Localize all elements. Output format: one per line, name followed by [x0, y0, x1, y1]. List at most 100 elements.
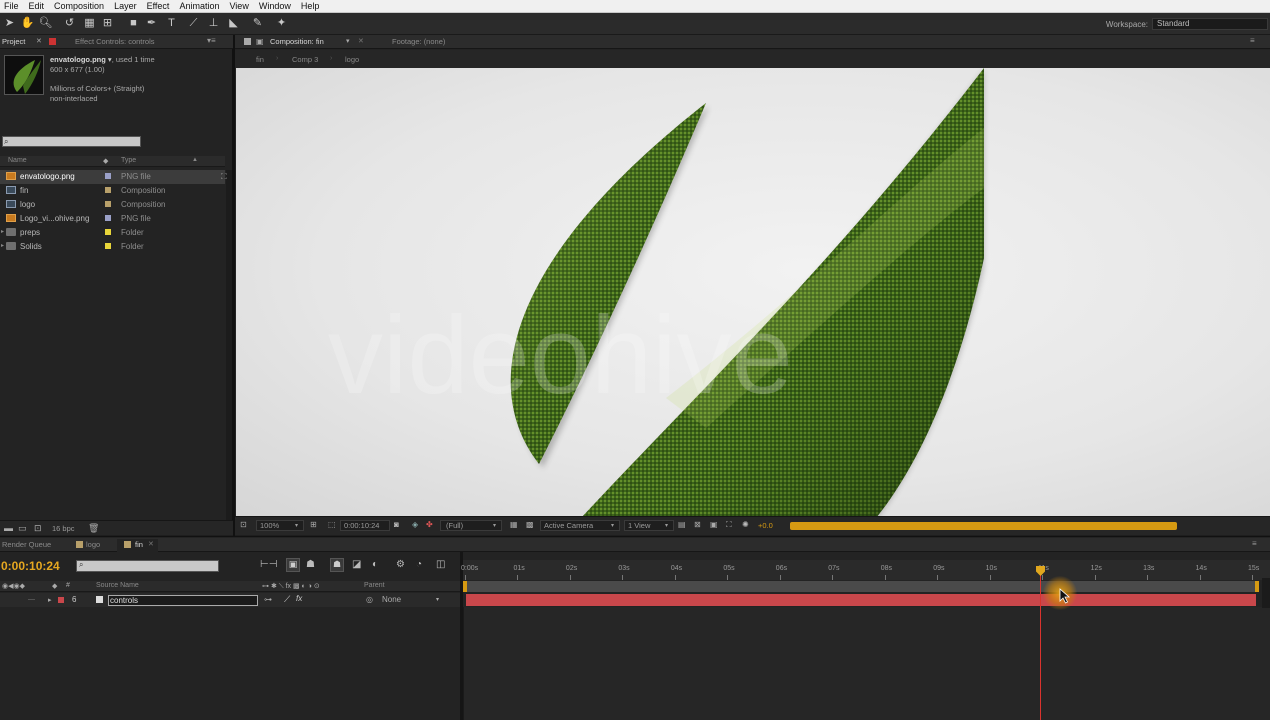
- breadcrumb-item[interactable]: logo: [345, 55, 359, 64]
- menu-animation[interactable]: Animation: [175, 1, 225, 11]
- panel-menu-icon[interactable]: ≡: [1252, 539, 1257, 548]
- project-item[interactable]: Logo_vi...ohive.png PNG file: [0, 212, 225, 226]
- close-icon[interactable]: ✕: [36, 37, 42, 45]
- label-swatch[interactable]: [105, 215, 111, 221]
- region-of-interest-icon[interactable]: ⬚: [328, 520, 336, 529]
- motion-blur-icon[interactable]: ◪: [352, 559, 361, 570]
- timeline-icon[interactable]: ▣: [710, 520, 718, 529]
- type-tool-icon[interactable]: T: [164, 16, 179, 31]
- close-icon[interactable]: ✕: [148, 540, 154, 548]
- snapshot-icon[interactable]: ◙: [394, 520, 399, 529]
- project-item[interactable]: ▸ Solids Folder: [0, 240, 225, 254]
- clone-stamp-tool-icon[interactable]: ⊥: [206, 16, 221, 31]
- trash-icon[interactable]: 🗑︎: [88, 523, 99, 534]
- column-source-name[interactable]: Source Name: [96, 582, 139, 589]
- bpc-label[interactable]: 16 bpc: [52, 524, 75, 533]
- timeline-track-area[interactable]: [463, 607, 1270, 720]
- draft-3d-icon[interactable]: ▣: [286, 558, 300, 572]
- render-preview-icon[interactable]: ◫: [436, 559, 445, 570]
- tab-render-queue[interactable]: Render Queue: [2, 540, 51, 549]
- project-item[interactable]: logo Composition: [0, 198, 225, 212]
- toggle-pixel-aspect-icon[interactable]: ▤: [678, 520, 686, 529]
- interpret-footage-icon[interactable]: ▬: [4, 523, 13, 533]
- flowchart-icon[interactable]: ⛶: [726, 520, 732, 530]
- project-item[interactable]: ▸ preps Folder: [0, 226, 225, 240]
- tab-project[interactable]: Project: [2, 37, 25, 46]
- menu-layer[interactable]: Layer: [110, 1, 143, 11]
- expand-arrow-icon[interactable]: ▸: [1, 228, 4, 235]
- channel-icon[interactable]: ✤: [426, 520, 433, 529]
- av-features-icon[interactable]: ◉◀◉◆: [2, 582, 25, 590]
- menu-effect[interactable]: Effect: [143, 1, 176, 11]
- pan-behind-tool-icon[interactable]: ⊞: [100, 16, 115, 31]
- zoom-tool-icon[interactable]: 🔍︎: [38, 16, 53, 31]
- work-area-end-handle[interactable]: [1255, 581, 1259, 592]
- flowchart-icon[interactable]: ⛶: [221, 172, 227, 182]
- label-swatch[interactable]: [105, 243, 111, 249]
- label-swatch[interactable]: [105, 173, 111, 179]
- breadcrumb-item[interactable]: Comp 3: [292, 55, 318, 64]
- chevron-down-icon[interactable]: ▾: [436, 596, 439, 603]
- new-folder-icon[interactable]: ▭: [18, 523, 27, 534]
- exposure-value[interactable]: +0.0: [758, 521, 773, 530]
- always-preview-icon[interactable]: ⊡: [240, 520, 247, 529]
- column-name[interactable]: Name: [8, 157, 27, 164]
- puppet-tool-icon[interactable]: ✦: [274, 16, 289, 31]
- timeline-search-input[interactable]: [76, 560, 219, 572]
- label-swatch[interactable]: [105, 229, 111, 235]
- quality-switch-icon[interactable]: ⟋: [284, 594, 290, 605]
- column-parent[interactable]: Parent: [364, 582, 385, 589]
- menu-view[interactable]: View: [225, 1, 254, 11]
- breadcrumb-item[interactable]: fin: [256, 55, 264, 64]
- menu-composition[interactable]: Composition: [50, 1, 110, 11]
- frame-blending-icon[interactable]: ☗: [330, 558, 344, 572]
- pick-whip-icon[interactable]: ◎: [366, 595, 373, 604]
- parent-value[interactable]: None: [382, 595, 401, 604]
- timeline-scrollbar[interactable]: [1262, 578, 1270, 608]
- label-icon[interactable]: ◆: [52, 582, 57, 590]
- safe-margins-icon[interactable]: ⊞: [310, 520, 317, 529]
- auto-keyframe-icon[interactable]: ◔: [416, 559, 422, 570]
- tab-footage[interactable]: Footage: (none): [392, 37, 445, 46]
- switches-icon[interactable]: ⊶ ✱ ⟍ fx ▩ ◐ ◑ ⊙: [262, 582, 320, 591]
- brush-tool-icon[interactable]: ⟋: [186, 16, 201, 31]
- new-composition-icon[interactable]: ⊡: [34, 523, 42, 534]
- workspace-dropdown[interactable]: Standard: [1152, 18, 1268, 30]
- panel-menu-icon[interactable]: ≡: [1250, 36, 1255, 45]
- selection-tool-icon[interactable]: ➤: [2, 16, 17, 31]
- hide-shy-layers-icon[interactable]: ☗: [306, 559, 315, 570]
- eraser-tool-icon[interactable]: ◣: [226, 16, 241, 31]
- pen-tool-icon[interactable]: ✒: [144, 16, 159, 31]
- project-item[interactable]: envatologo.png PNG file: [0, 170, 225, 184]
- layer-duration-bar[interactable]: [466, 594, 1256, 606]
- brainstorm-icon[interactable]: ⚙: [396, 559, 405, 570]
- menu-help[interactable]: Help: [297, 1, 326, 11]
- exposure-icon[interactable]: ✺: [742, 520, 749, 529]
- tab-fin[interactable]: fin: [135, 540, 143, 549]
- project-search-input[interactable]: [2, 136, 141, 147]
- camera-tool-icon[interactable]: ▦: [82, 16, 97, 31]
- lock-toggle-icon[interactable]: —: [28, 596, 35, 603]
- roto-brush-tool-icon[interactable]: ✎: [250, 16, 265, 31]
- label-swatch[interactable]: [58, 597, 64, 603]
- panel-menu-icon[interactable]: ▾≡: [207, 36, 216, 45]
- work-area-bar[interactable]: [465, 581, 1257, 592]
- menu-file[interactable]: File: [0, 1, 25, 11]
- expand-arrow-icon[interactable]: ▸: [48, 596, 52, 604]
- expand-arrow-icon[interactable]: ▸: [1, 242, 4, 249]
- tab-effect-controls[interactable]: Effect Controls: controls: [75, 37, 154, 46]
- close-icon[interactable]: ✕: [358, 37, 364, 45]
- graph-editor-icon[interactable]: ◐: [372, 559, 378, 570]
- chevron-down-icon[interactable]: ▾: [346, 37, 350, 45]
- work-area-start-handle[interactable]: [463, 581, 467, 592]
- hand-tool-icon[interactable]: ✋: [20, 16, 35, 31]
- project-item[interactable]: fin Composition: [0, 184, 225, 198]
- rectangle-tool-icon[interactable]: ■: [126, 16, 141, 31]
- comp-mini-flowchart-icon[interactable]: ⊢⊣: [260, 559, 277, 570]
- tab-logo[interactable]: logo: [86, 540, 100, 549]
- label-swatch[interactable]: [105, 187, 111, 193]
- transparency-grid-icon[interactable]: ▩: [526, 520, 534, 529]
- tab-composition-fin[interactable]: Composition: fin: [270, 37, 324, 46]
- menu-window[interactable]: Window: [255, 1, 297, 11]
- effect-switch-icon[interactable]: fx: [296, 594, 302, 603]
